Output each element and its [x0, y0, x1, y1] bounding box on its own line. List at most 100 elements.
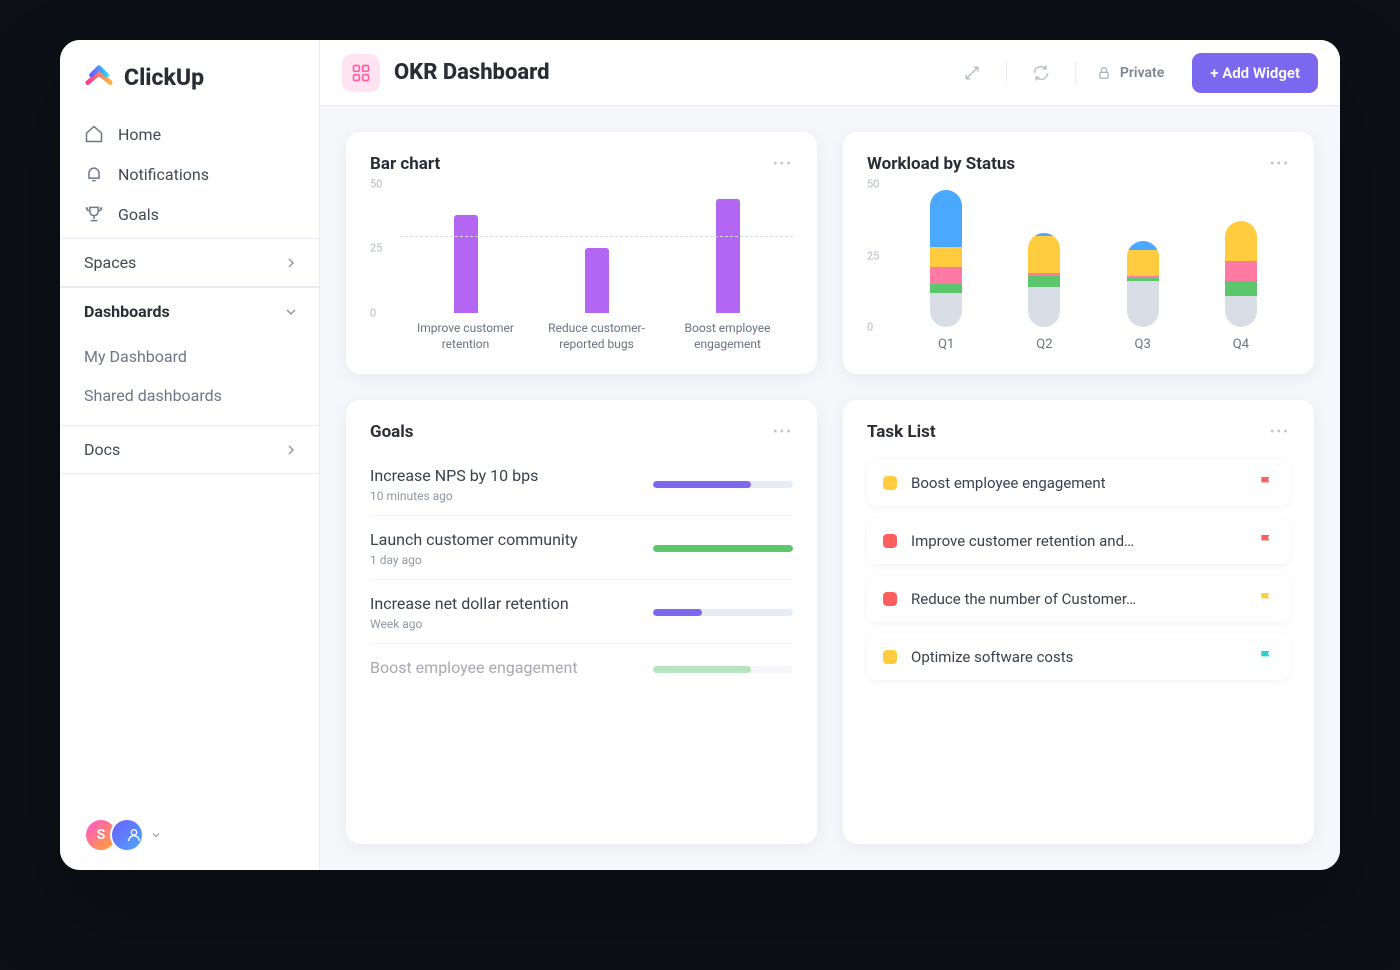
bar[interactable] — [585, 248, 609, 312]
brand-logo[interactable]: ClickUp — [60, 40, 319, 110]
sidebar-item-my-dashboard[interactable]: My Dashboard — [60, 337, 319, 376]
x-label: Q3 — [1094, 337, 1192, 352]
primary-nav: Home Notifications Goals — [60, 110, 319, 238]
refresh-button[interactable] — [1027, 59, 1055, 87]
task-name: Optimize software costs — [911, 648, 1244, 666]
y-tick: 0 — [370, 306, 376, 319]
status-square — [883, 476, 897, 490]
refresh-icon — [1031, 63, 1051, 83]
widget-menu-button[interactable]: ••• — [1270, 156, 1290, 172]
widget-task-list: Task List ••• Boost employee engagement … — [843, 400, 1314, 844]
status-square — [883, 592, 897, 606]
bar-segment — [1225, 261, 1257, 281]
chevron-down-icon — [283, 304, 299, 320]
section-label: Docs — [84, 440, 120, 459]
x-label: Q4 — [1192, 337, 1290, 352]
task-row[interactable]: Improve customer retention and… — [867, 518, 1290, 564]
x-label: Reduce customer-reported bugs — [531, 321, 662, 352]
stacked-bar[interactable] — [930, 190, 962, 327]
trophy-icon — [84, 204, 104, 224]
goal-row[interactable]: Boost employee engagement — [370, 644, 793, 693]
goal-title: Increase net dollar retention — [370, 594, 635, 613]
x-label: Q2 — [995, 337, 1093, 352]
bar-segment — [930, 293, 962, 327]
sidebar-section-spaces[interactable]: Spaces — [60, 238, 319, 287]
sidebar-section-docs[interactable]: Docs — [60, 425, 319, 474]
goal-title: Boost employee engagement — [370, 658, 635, 677]
reference-line — [400, 236, 793, 237]
goal-row[interactable]: Increase net dollar retention Week ago — [370, 580, 793, 644]
x-label: Q1 — [897, 337, 995, 352]
goal-row[interactable]: Increase NPS by 10 bps 10 minutes ago — [370, 452, 793, 516]
y-tick: 0 — [867, 321, 873, 334]
section-label: Spaces — [84, 253, 136, 272]
nav-home[interactable]: Home — [60, 114, 319, 154]
chevron-down-icon — [150, 829, 162, 841]
stacked-bar[interactable] — [1127, 241, 1159, 327]
goal-timestamp: Week ago — [370, 617, 635, 631]
clickup-logo-icon — [84, 62, 114, 92]
task-row[interactable]: Reduce the number of Customer… — [867, 576, 1290, 622]
divider — [1075, 62, 1076, 84]
brand-name: ClickUp — [124, 64, 204, 91]
progress-fill — [653, 545, 793, 552]
add-widget-button[interactable]: + Add Widget — [1192, 53, 1318, 93]
bar-segment — [1028, 236, 1060, 273]
nav-label: Home — [118, 125, 161, 144]
app-window: ClickUp Home Notifications Goals Spaces … — [60, 40, 1340, 870]
bar-segment — [1127, 250, 1159, 276]
flag-icon — [1258, 649, 1274, 665]
stacked-bar[interactable] — [1028, 233, 1060, 327]
task-name: Reduce the number of Customer… — [911, 590, 1244, 608]
bar-segment — [930, 247, 962, 267]
status-square — [883, 534, 897, 548]
widget-bar-chart: Bar chart ••• 02550 Improve customer ret… — [346, 132, 817, 374]
goal-title: Increase NPS by 10 bps — [370, 466, 635, 485]
nav-label: Goals — [118, 205, 159, 224]
goals-list: Increase NPS by 10 bps 10 minutes ago La… — [370, 452, 793, 693]
visibility-toggle[interactable]: Private — [1096, 65, 1164, 81]
goal-title: Launch customer community — [370, 530, 635, 549]
y-tick: 25 — [370, 242, 382, 255]
widget-goals: Goals ••• Increase NPS by 10 bps 10 minu… — [346, 400, 817, 844]
goal-row[interactable]: Launch customer community 1 day ago — [370, 516, 793, 580]
widget-menu-button[interactable]: ••• — [773, 424, 793, 440]
page-title: OKR Dashboard — [394, 60, 549, 85]
nav-goals[interactable]: Goals — [60, 194, 319, 234]
widget-menu-button[interactable]: ••• — [773, 156, 793, 172]
user-avatar-stack[interactable]: S — [60, 800, 319, 870]
goal-timestamp: 1 day ago — [370, 553, 635, 567]
flag-icon — [1258, 475, 1274, 491]
goal-timestamp: 10 minutes ago — [370, 489, 635, 503]
progress-fill — [653, 666, 751, 673]
sidebar-item-shared-dashboards[interactable]: Shared dashboards — [60, 376, 319, 415]
progress-bar — [653, 666, 793, 673]
bar-segment — [1028, 287, 1060, 327]
section-label: Dashboards — [84, 302, 170, 321]
task-list: Boost employee engagement Improve custom… — [867, 460, 1290, 692]
bar-segment — [1028, 276, 1060, 287]
progress-bar — [653, 545, 793, 552]
dashboard-icon — [351, 63, 371, 83]
y-tick: 25 — [867, 249, 879, 262]
progress-fill — [653, 481, 751, 488]
widget-menu-button[interactable]: ••• — [1270, 424, 1290, 440]
y-tick: 50 — [867, 178, 879, 191]
task-name: Improve customer retention and… — [911, 532, 1244, 550]
y-tick: 50 — [370, 178, 382, 191]
topbar: OKR Dashboard Private + Add Widget — [320, 40, 1340, 106]
lock-icon — [1096, 65, 1112, 81]
expand-icon — [962, 63, 982, 83]
bar[interactable] — [454, 215, 478, 313]
stacked-bar[interactable] — [1225, 221, 1257, 327]
avatar — [110, 818, 144, 852]
nav-notifications[interactable]: Notifications — [60, 154, 319, 194]
widget-title: Goals — [370, 422, 414, 442]
x-label: Improve customer retention — [400, 321, 531, 352]
task-row[interactable]: Optimize software costs — [867, 634, 1290, 680]
task-row[interactable]: Boost employee engagement — [867, 460, 1290, 506]
bar[interactable] — [716, 199, 740, 312]
progress-bar — [653, 481, 793, 488]
sidebar-section-dashboards[interactable]: Dashboards — [60, 287, 319, 335]
expand-button[interactable] — [958, 59, 986, 87]
